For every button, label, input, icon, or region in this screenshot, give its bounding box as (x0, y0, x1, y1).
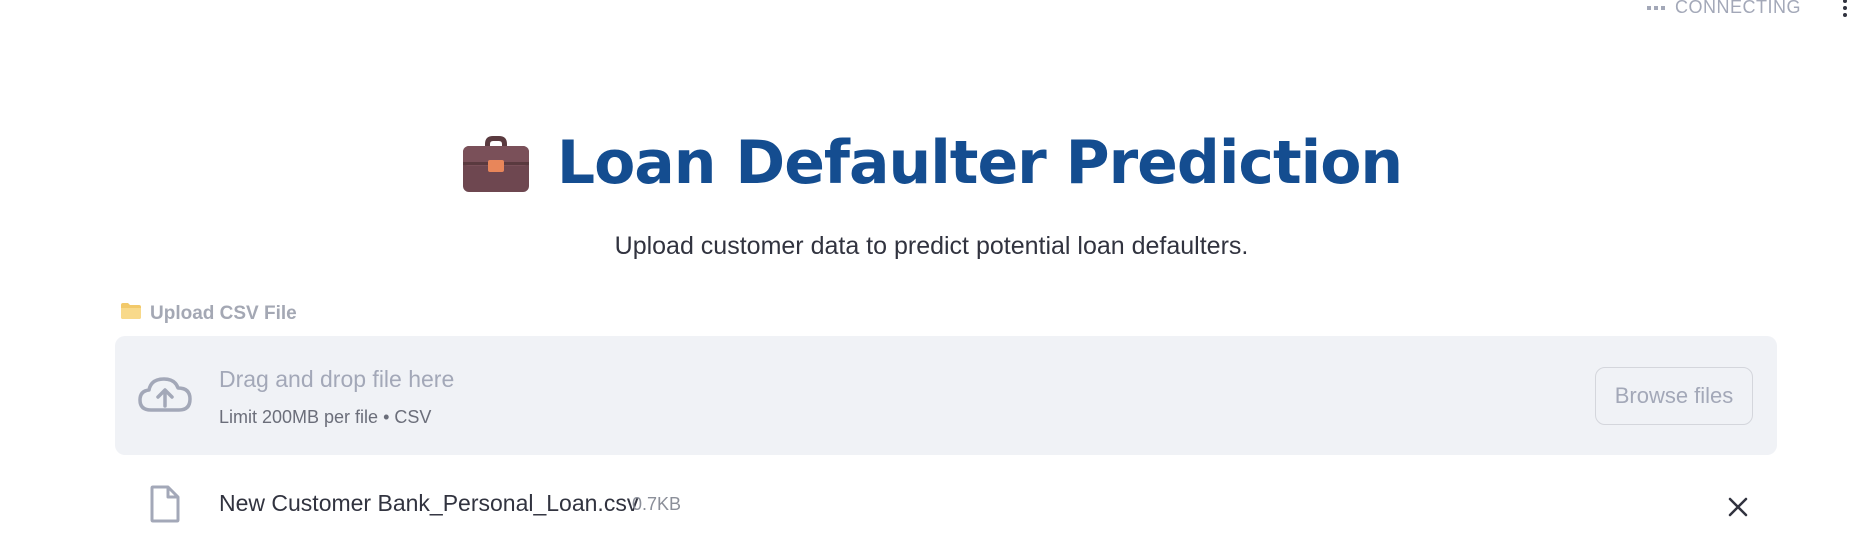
page-subtitle: Upload customer data to predict potentia… (614, 232, 1249, 260)
status-dots-icon (1647, 5, 1665, 10)
close-icon (1728, 497, 1748, 517)
dropzone-title: Drag and drop file here (219, 366, 455, 392)
uploader-label-text: Upload CSV File (150, 303, 297, 324)
folder-icon (120, 302, 142, 326)
status-text: CONNECTING (1675, 0, 1801, 17)
app-root: CONNECTING Loan Defaulter Prediction Upl… (0, 0, 1863, 535)
uploaded-file-row: New Customer Bank_Personal_Loan.csv 0.7K… (115, 482, 1777, 530)
file-size: 0.7KB (632, 494, 682, 514)
connection-status: CONNECTING (1647, 0, 1801, 18)
page-header: Loan Defaulter Prediction (0, 128, 1863, 198)
briefcase-icon (461, 132, 531, 194)
file-name: New Customer Bank_Personal_Loan.csv (219, 490, 639, 516)
dropzone-limit: Limit 200MB per file • CSV (219, 407, 432, 427)
main-menu-button[interactable] (1837, 0, 1853, 19)
file-icon (150, 485, 180, 528)
cloud-upload-icon (137, 374, 193, 419)
uploader-label: Upload CSV File (120, 302, 297, 326)
file-dropzone[interactable]: Drag and drop file here Limit 200MB per … (115, 336, 1777, 455)
remove-file-button[interactable] (1723, 492, 1753, 522)
page-title: Loan Defaulter Prediction (556, 128, 1403, 198)
browse-files-button[interactable]: Browse files (1595, 367, 1753, 425)
